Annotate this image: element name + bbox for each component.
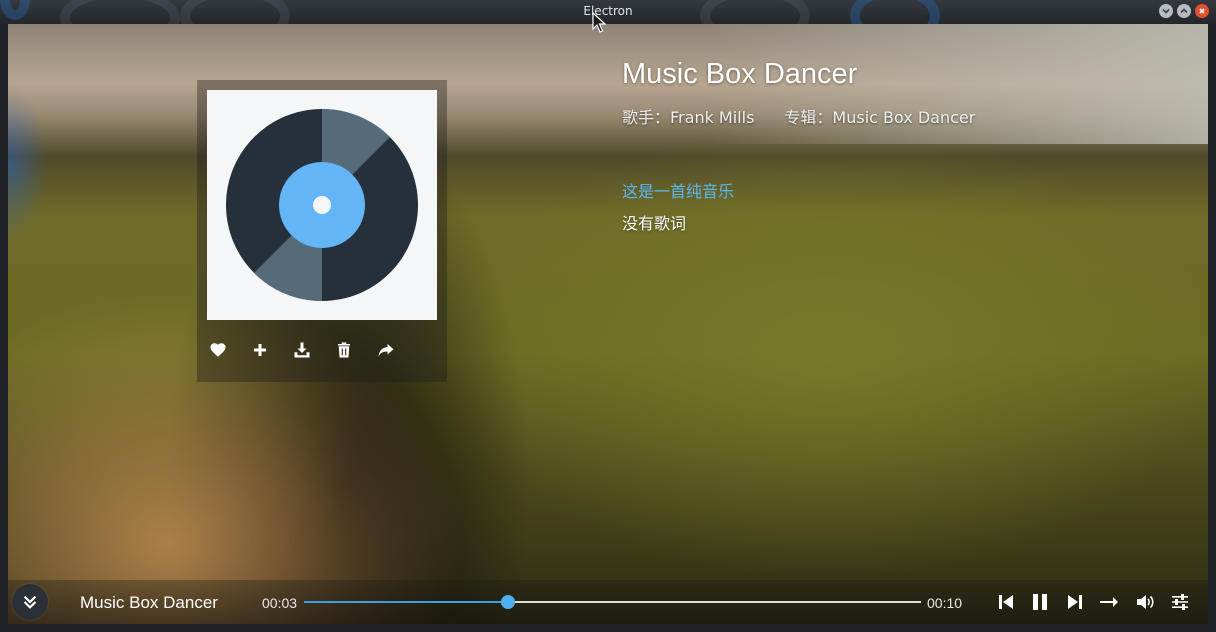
chevron-up-icon	[1180, 8, 1188, 14]
next-button[interactable]	[1064, 591, 1086, 613]
vinyl-record-icon	[226, 108, 418, 302]
total-time: 00:10	[927, 595, 963, 611]
song-meta: 歌手：Frank Mills 专辑：Music Box Dancer	[622, 104, 975, 128]
app-window: Electron Music Box Dancer 歌手：Frank Mills…	[0, 0, 1216, 632]
add-to-playlist-button[interactable]	[249, 338, 291, 362]
artist-name[interactable]: Frank Mills	[670, 108, 754, 127]
pause-button[interactable]	[1029, 591, 1051, 613]
pause-icon	[1033, 594, 1047, 610]
play-mode-button[interactable]	[1098, 591, 1120, 613]
share-button[interactable]	[375, 338, 417, 362]
background-glow	[8, 84, 48, 244]
plus-icon	[254, 344, 266, 356]
volume-icon	[1137, 595, 1154, 609]
like-button[interactable]	[207, 338, 249, 362]
share-icon	[378, 344, 394, 357]
maximize-button[interactable]	[1177, 4, 1191, 18]
album-label: 专辑：	[784, 108, 833, 127]
equalizer-icon	[1172, 594, 1188, 610]
close-button[interactable]	[1195, 4, 1209, 18]
volume-button[interactable]	[1134, 591, 1156, 613]
lyric-line-active: 这是一首纯音乐	[622, 182, 735, 201]
album-info: 专辑：Music Box Dancer	[784, 104, 975, 128]
chevron-down-icon	[1162, 8, 1170, 14]
equalizer-button[interactable]	[1169, 591, 1191, 613]
album-cover-card	[197, 80, 447, 382]
download-icon	[294, 342, 310, 358]
trash-icon	[338, 342, 350, 358]
delete-button[interactable]	[333, 338, 375, 362]
artist-info: 歌手：Frank Mills	[622, 104, 754, 128]
current-time: 00:03	[262, 595, 298, 611]
title-bar: Electron	[0, 0, 1216, 24]
previous-button[interactable]	[995, 591, 1017, 613]
close-icon	[1199, 8, 1205, 14]
lyric-line: 没有歌词	[622, 214, 687, 233]
previous-icon	[999, 595, 1013, 609]
song-title: Music Box Dancer	[622, 58, 858, 90]
collapse-player-button[interactable]	[12, 584, 48, 620]
mouse-cursor-icon	[592, 12, 606, 33]
heart-icon	[210, 343, 226, 357]
download-button[interactable]	[291, 338, 333, 362]
next-icon	[1068, 595, 1082, 609]
album-name[interactable]: Music Box Dancer	[832, 108, 975, 127]
double-chevron-down-icon	[23, 595, 37, 609]
minimize-button[interactable]	[1159, 4, 1173, 18]
now-playing-title[interactable]: Music Box Dancer	[80, 593, 218, 613]
window-title: Electron	[583, 4, 633, 18]
player-background: Music Box Dancer 歌手：Frank Mills 专辑：Music…	[8, 24, 1208, 624]
album-cover	[207, 90, 437, 320]
progress-handle[interactable]	[500, 595, 515, 609]
progress-bar[interactable]	[304, 595, 921, 609]
sequence-mode-icon	[1100, 597, 1118, 607]
artist-label: 歌手：	[622, 108, 671, 127]
cover-action-bar	[207, 338, 417, 362]
progress-fill	[304, 601, 508, 603]
player-bar: Music Box Dancer 00:03 00:10	[8, 580, 1208, 624]
